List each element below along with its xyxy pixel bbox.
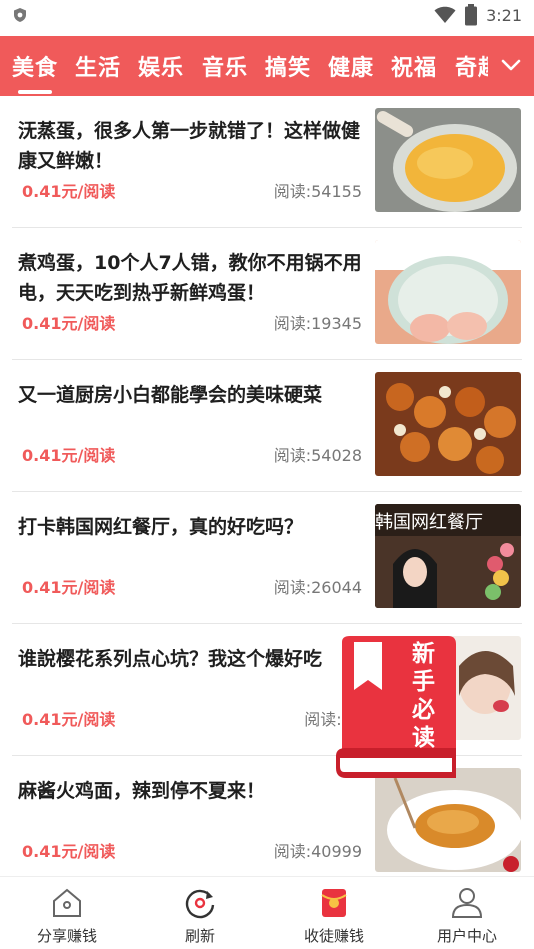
article-thumbnail: 韩国网红餐厅	[375, 504, 521, 608]
article-thumbnail	[375, 108, 521, 212]
article-price: 0.41元/阅读	[22, 446, 116, 465]
badge-text: 新手必读	[412, 641, 435, 751]
nav-recruit-earn[interactable]: 收徒赚钱	[274, 885, 394, 946]
shield-icon	[14, 8, 26, 22]
bottom-nav: 分享赚钱 刷新 收徒赚钱 用户中心	[0, 876, 534, 949]
share-house-icon	[53, 888, 81, 917]
article-price: 0.41元/阅读	[22, 710, 116, 729]
thumbnail-caption: 韩国网红餐厅	[375, 512, 483, 533]
nav-share-earn[interactable]: 分享赚钱	[7, 885, 127, 946]
user-icon	[451, 888, 483, 918]
tab-gaoxiao[interactable]: 搞笑	[265, 50, 311, 82]
tab-shenghuo[interactable]: 生活	[75, 50, 121, 82]
article-thumbnail	[375, 372, 521, 476]
nav-label: 收徒赚钱	[303, 927, 364, 945]
article-reads: 阅读:26044	[273, 578, 362, 597]
article-title: 煮鸡蛋，10个人7人错，教你不用锅不用电，天天吃到热乎新鲜鸡蛋！	[18, 252, 362, 304]
article-item[interactable]: 𣲘蒸蛋，很多人第一步就错了！这样做健康又鲜嫩！ 0.41元/阅读 阅读:5415…	[0, 96, 534, 228]
tab-zhufu[interactable]: 祝福	[391, 50, 437, 82]
nav-refresh[interactable]: 刷新	[140, 885, 260, 946]
tab-meishi[interactable]: 美食	[12, 50, 58, 94]
article-item[interactable]: 打卡韩国网红餐厅，真的好吃吗？ 0.41元/阅读 阅读:26044 韩国网红餐厅	[0, 492, 534, 624]
article-title: 打卡韩国网红餐厅，真的好吃吗？	[18, 516, 304, 538]
article-title: 谁說樱花系列点心坑？我这个爆好吃	[18, 648, 323, 670]
article-price: 0.41元/阅读	[22, 182, 116, 201]
wifi-icon	[434, 6, 456, 23]
bookmark-book-icon	[336, 636, 456, 778]
category-tabs: 美食 生活 娱乐 音乐 搞笑 健康 祝福 奇趣	[0, 36, 534, 96]
article-title: 又一道厨房小白都能學会的美味硬菜	[18, 384, 323, 406]
nav-user-center[interactable]: 用户中心	[407, 885, 527, 946]
battery-icon	[465, 4, 478, 26]
article-title: 麻酱火鸡面，辣到停不夏来！	[18, 780, 266, 802]
article-thumbnail	[375, 768, 521, 872]
article-price: 0.41元/阅读	[22, 842, 116, 861]
article-reads: 阅读:40999	[273, 842, 362, 861]
red-envelope-icon	[321, 889, 347, 917]
chevron-down-icon[interactable]	[500, 54, 522, 76]
nav-label: 用户中心	[436, 927, 497, 945]
article-price: 0.41元/阅读	[22, 578, 116, 597]
article-thumbnail	[375, 240, 521, 344]
article-title: 𣲘蒸蛋，很多人第一步就错了！这样做健康又鲜嫩！	[18, 120, 361, 172]
tab-yule[interactable]: 娱乐	[138, 50, 184, 82]
article-reads: 阅读:54028	[273, 446, 362, 465]
refresh-icon	[185, 889, 215, 919]
newbie-guide-badge[interactable]: 新手必读	[332, 636, 458, 782]
article-reads: 阅读:19345	[273, 314, 362, 333]
status-bar: 3:21	[0, 0, 534, 30]
tab-yinyue[interactable]: 音乐	[202, 50, 248, 82]
nav-label: 分享赚钱	[36, 927, 97, 945]
article-reads: 阅读:54155	[273, 182, 362, 201]
article-item[interactable]: 煮鸡蛋，10个人7人错，教你不用锅不用电，天天吃到热乎新鲜鸡蛋！ 0.41元/阅…	[0, 228, 534, 360]
nav-label: 刷新	[184, 927, 215, 945]
article-item[interactable]: 又一道厨房小白都能學会的美味硬菜 0.41元/阅读 阅读:54028	[0, 360, 534, 492]
article-price: 0.41元/阅读	[22, 314, 116, 333]
tab-jiankang[interactable]: 健康	[328, 50, 374, 82]
status-time: 3:21	[486, 5, 522, 25]
